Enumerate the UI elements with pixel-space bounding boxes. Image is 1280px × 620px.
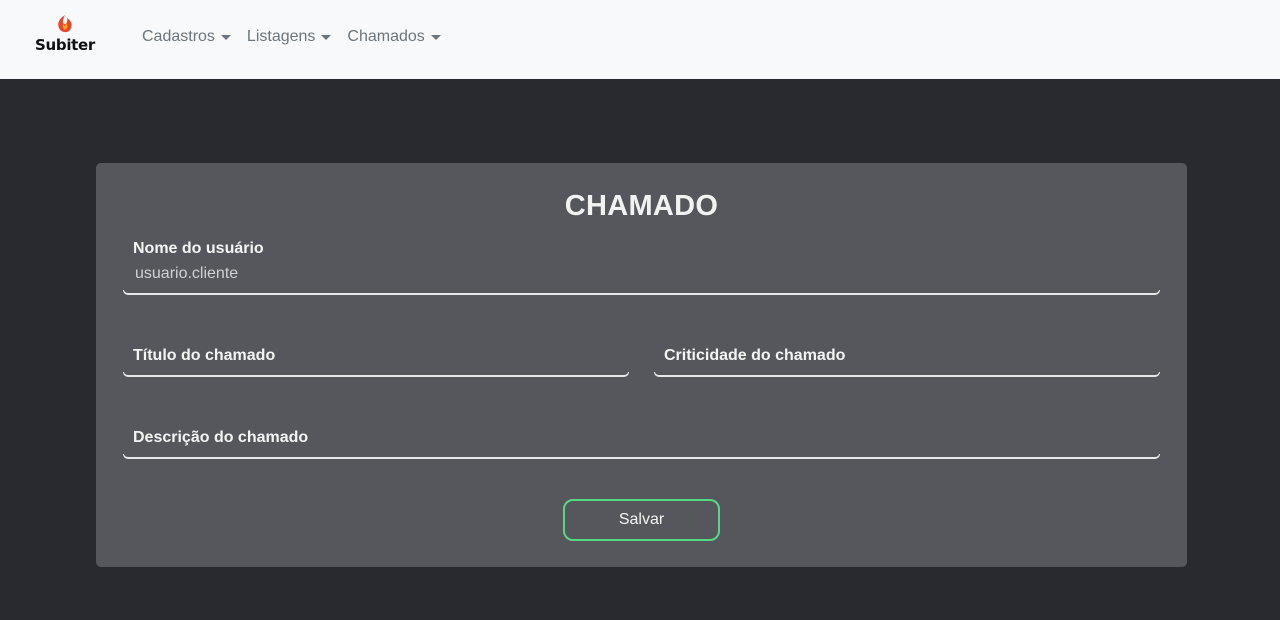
ticket-title-label: Título do chamado [133,347,276,364]
nav-item-label: Listagens [246,28,316,45]
field-underline [123,290,1160,295]
description-label: Descrição do chamado [133,429,309,446]
nav-item-label: Chamados [347,28,425,45]
user-name-label: Nome do usuário [133,240,264,257]
criticality-field[interactable]: Criticidade do chamado [654,345,1160,377]
caret-down-icon [321,35,332,40]
caret-down-icon [220,35,231,40]
user-name-value: usuario.cliente [135,265,239,282]
brand-name: Subiter [35,36,96,54]
description-field[interactable]: Descrição do chamado [123,427,1160,459]
nav-chamados-dropdown[interactable]: Chamados [347,28,441,46]
criticality-label: Criticidade do chamado [664,347,846,364]
brand-logo[interactable]: Subiter [35,14,96,60]
nav-listagens-dropdown[interactable]: Listagens [247,28,332,46]
flame-logo-icon [58,15,72,33]
ticket-form-card: CHAMADO Nome do usuário usuario.cliente … [96,163,1187,567]
nav-cadastros-dropdown[interactable]: Cadastros [142,28,231,46]
field-underline [654,372,1160,377]
main-nav: Cadastros Listagens Chamados [142,26,441,48]
user-name-field[interactable]: Nome do usuário usuario.cliente [123,238,1160,295]
navbar: Subiter Cadastros Listagens Chamados [0,0,1280,79]
ticket-title-field[interactable]: Título do chamado [123,345,629,377]
caret-down-icon [430,35,441,40]
nav-item-label: Cadastros [142,28,215,45]
field-underline [123,372,629,377]
save-button[interactable]: Salvar [563,499,720,541]
form-title: CHAMADO [564,190,719,222]
field-underline [123,454,1160,459]
